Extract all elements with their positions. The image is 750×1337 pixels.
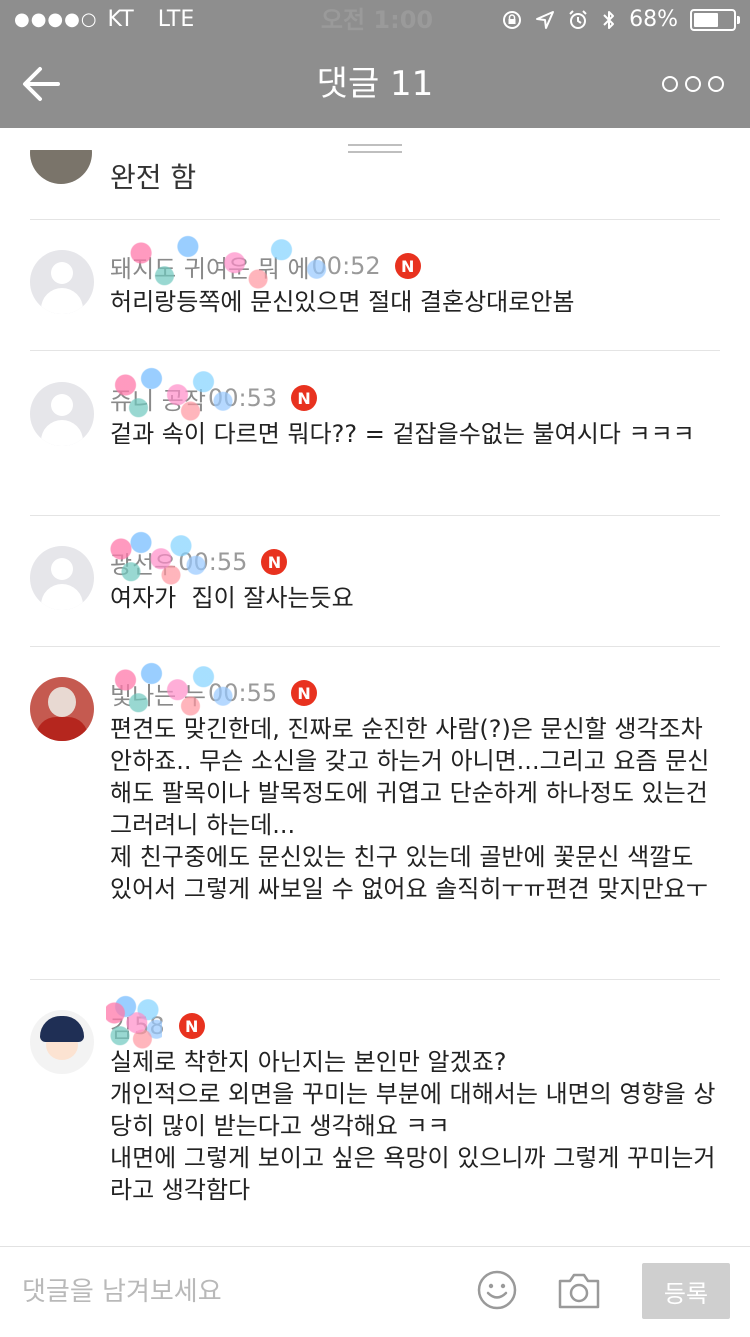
rotation-lock-icon bbox=[503, 11, 522, 29]
battery-icon bbox=[690, 9, 740, 31]
comment-text: 실제로 착한지 아닌지는 본인만 알겠죠? 개인적으로 외면을 꾸미는 부분에 … bbox=[110, 1048, 716, 1204]
comment-author[interactable]: 돼지도 귀여운 뭐 에 bbox=[106, 226, 340, 292]
status-bar: ●●●●○ KT LTE 오전 1:00 68% bbox=[0, 0, 750, 40]
submit-button[interactable]: 등록 bbox=[642, 1263, 730, 1319]
avatar[interactable] bbox=[30, 382, 94, 446]
battery-percent: 68% bbox=[629, 7, 678, 32]
new-badge: N bbox=[394, 253, 421, 279]
avatar bbox=[30, 150, 92, 184]
alarm-icon bbox=[569, 10, 587, 29]
avatar[interactable] bbox=[30, 677, 94, 741]
comment-input-bar: 등록 bbox=[0, 1246, 750, 1337]
camera-icon[interactable] bbox=[556, 1269, 602, 1311]
comment-text: 허리랑등쪽에 문신있으면 절대 결혼상대로안봄 bbox=[110, 288, 575, 316]
comment-author[interactable]: 광선우 bbox=[106, 522, 207, 588]
previous-comment: 완전 함 bbox=[30, 150, 730, 190]
comment-text: 여자가 집이 잘사는듯요 bbox=[110, 584, 354, 612]
new-badge: N bbox=[261, 549, 288, 575]
divider bbox=[30, 979, 720, 980]
bluetooth-icon bbox=[603, 11, 615, 29]
avatar[interactable] bbox=[30, 546, 94, 610]
comment-time: 00:55 bbox=[178, 548, 248, 576]
comment-text: 겉과 속이 다르면 뭐다?? = 겉잡을수없는 불여시다 ㅋㅋㅋ bbox=[110, 420, 695, 448]
location-icon bbox=[536, 11, 555, 29]
more-dots-icon[interactable] bbox=[662, 76, 724, 92]
avatar[interactable] bbox=[30, 250, 94, 314]
divider bbox=[30, 515, 720, 516]
comment-input[interactable] bbox=[20, 1247, 464, 1337]
comment-time: 58 bbox=[134, 1012, 165, 1040]
new-badge: N bbox=[178, 1013, 205, 1039]
comment-time: 00:52 bbox=[311, 252, 381, 280]
comment-time: 00:53 bbox=[207, 384, 278, 412]
new-badge: N bbox=[291, 680, 318, 706]
comment-time: 00:55 bbox=[207, 679, 278, 707]
comment-author[interactable]: 쥬니 공작 bbox=[106, 358, 236, 424]
new-badge: N bbox=[291, 385, 318, 411]
divider bbox=[30, 350, 720, 351]
page-title: 댓글 11 bbox=[316, 64, 434, 104]
comment-author[interactable]: 빛나는 누 bbox=[106, 653, 236, 719]
previous-comment-text: 완전 함 bbox=[110, 161, 197, 190]
navigation-bar: 댓글 11 bbox=[0, 40, 750, 128]
divider bbox=[30, 219, 720, 220]
comment-author[interactable]: 김 bbox=[106, 986, 163, 1052]
comment-text: 편견도 맞긴한데, 진짜로 순진한 사람(?)은 문신할 생각조차 안하죠.. … bbox=[110, 715, 710, 903]
divider bbox=[30, 646, 720, 647]
top-bar: ●●●●○ KT LTE 오전 1:00 68% 댓글 11 bbox=[0, 0, 750, 128]
smile-icon[interactable] bbox=[476, 1269, 518, 1311]
avatar[interactable] bbox=[30, 1010, 94, 1074]
battery-fill bbox=[694, 13, 718, 27]
